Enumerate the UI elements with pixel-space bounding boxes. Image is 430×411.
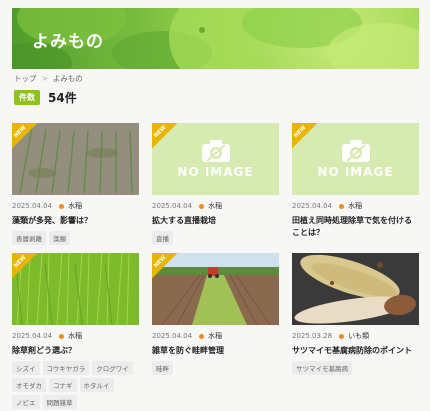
category-dot-icon — [199, 333, 205, 339]
new-badge: NEW — [12, 253, 38, 279]
count-badge: 件数 — [14, 90, 40, 105]
category-dot-icon — [59, 333, 65, 339]
category-dot-icon — [339, 333, 345, 339]
page-title: よみもの — [32, 32, 104, 52]
tag-link[interactable]: 表層剥離 — [12, 230, 46, 245]
article-thumbnail[interactable]: NEW — [12, 253, 139, 325]
article-title[interactable]: 雑草を防ぐ畦畔管理 — [152, 345, 279, 357]
tag-link[interactable]: コウキヤガラ — [42, 360, 90, 375]
article-date: 2025.04.04 — [152, 332, 193, 340]
tag-link[interactable]: 藻類 — [49, 230, 70, 245]
article-category[interactable]: いも類 — [348, 331, 369, 341]
sweet-potato-photo — [292, 253, 419, 325]
hero-banner: よみもの — [12, 8, 419, 69]
tag-link[interactable]: シズイ — [12, 360, 40, 375]
breadcrumb-separator: > — [41, 74, 48, 83]
no-image-label: NO IMAGE — [177, 165, 254, 179]
breadcrumb: トップ > よみもの — [14, 73, 83, 84]
article-tags: 表層剥離 藻類 — [12, 230, 139, 245]
article-card[interactable]: NO IMAGE NEW 2025.04.04 水稲 拡大する直播栽培 直播 — [152, 123, 279, 245]
camera-icon — [341, 140, 370, 162]
category-dot-icon — [59, 203, 65, 209]
tag-link[interactable]: サツマイモ基腐病 — [292, 360, 352, 375]
article-date: 2025.04.04 — [12, 332, 53, 340]
article-meta: 2025.04.04 水稲 — [292, 201, 419, 211]
new-badge: NEW — [152, 253, 178, 279]
tag-link[interactable]: 畦畔 — [152, 360, 173, 375]
article-thumbnail[interactable]: NO IMAGE NEW — [152, 123, 279, 195]
article-date: 2025.03.28 — [292, 332, 333, 340]
article-card[interactable]: NEW 2025.04.04 水稲 除草剤どう選ぶ？ シズイ コウキヤガラ クロ… — [12, 253, 139, 409]
article-title[interactable]: サツマイモ基腐病防除のポイント — [292, 345, 419, 357]
tag-link[interactable]: 直播 — [152, 230, 173, 245]
article-meta: 2025.04.04 水稲 — [152, 201, 279, 211]
article-title[interactable]: 拡大する直播栽培 — [152, 215, 279, 227]
article-thumbnail[interactable] — [292, 253, 419, 325]
tag-link[interactable]: オモダカ — [12, 377, 46, 392]
article-card[interactable]: NEW 2025.04.04 水稲 雑草を防ぐ畦畔管理 畦畔 — [152, 253, 279, 375]
article-category[interactable]: 水稲 — [68, 331, 82, 341]
article-card[interactable]: 2025.03.28 いも類 サツマイモ基腐病防除のポイント サツマイモ基腐病 — [292, 253, 419, 375]
article-tags: シズイ コウキヤガラ クログワイ オモダカ コナギ ホタルイ ノビエ 問題雑草 — [12, 360, 139, 409]
breadcrumb-current: よみもの — [52, 74, 83, 83]
article-tags: 畦畔 — [152, 360, 279, 375]
article-meta: 2025.04.04 水稲 — [152, 331, 279, 341]
article-tags: サツマイモ基腐病 — [292, 360, 419, 375]
camera-icon — [201, 140, 230, 162]
article-thumbnail[interactable]: NO IMAGE NEW — [292, 123, 419, 195]
article-tags: 直播 — [152, 230, 279, 245]
article-category[interactable]: 水稲 — [68, 201, 82, 211]
article-thumbnail[interactable]: NEW — [12, 123, 139, 195]
new-badge: NEW — [292, 123, 318, 149]
article-category[interactable]: 水稲 — [348, 201, 362, 211]
breadcrumb-home-link[interactable]: トップ — [14, 73, 37, 84]
tag-link[interactable]: 問題雑草 — [42, 394, 77, 409]
tag-link[interactable]: ノビエ — [12, 394, 40, 409]
article-date: 2025.04.04 — [152, 202, 193, 210]
article-date: 2025.04.04 — [12, 202, 53, 210]
no-image-label: NO IMAGE — [317, 165, 394, 179]
category-dot-icon — [339, 203, 345, 209]
count-value: 54件 — [48, 91, 77, 105]
article-meta: 2025.03.28 いも類 — [292, 331, 419, 341]
article-category[interactable]: 水稲 — [208, 331, 222, 341]
article-title[interactable]: 藻類が多発、影響は？ — [12, 215, 139, 227]
article-thumbnail[interactable]: NEW — [152, 253, 279, 325]
article-date: 2025.04.04 — [292, 202, 333, 210]
new-badge: NEW — [152, 123, 178, 149]
article-meta: 2025.04.04 水稲 — [12, 201, 139, 211]
article-title[interactable]: 田植え同時処理除草で気を付けることは？ — [292, 215, 419, 238]
category-dot-icon — [199, 203, 205, 209]
tag-link[interactable]: ホタルイ — [79, 377, 114, 392]
article-title[interactable]: 除草剤どう選ぶ？ — [12, 345, 139, 357]
tag-link[interactable]: コナギ — [49, 377, 77, 392]
article-meta: 2025.04.04 水稲 — [12, 331, 139, 341]
new-badge: NEW — [12, 123, 38, 149]
tag-link[interactable]: クログワイ — [92, 360, 133, 375]
article-category[interactable]: 水稲 — [208, 201, 222, 211]
result-count: 件数 54件 — [14, 89, 77, 106]
article-card[interactable]: NO IMAGE NEW 2025.04.04 水稲 田植え同時処理除草で気を付… — [292, 123, 419, 238]
article-card[interactable]: NEW 2025.04.04 水稲 藻類が多発、影響は？ 表層剥離 藻類 — [12, 123, 139, 245]
